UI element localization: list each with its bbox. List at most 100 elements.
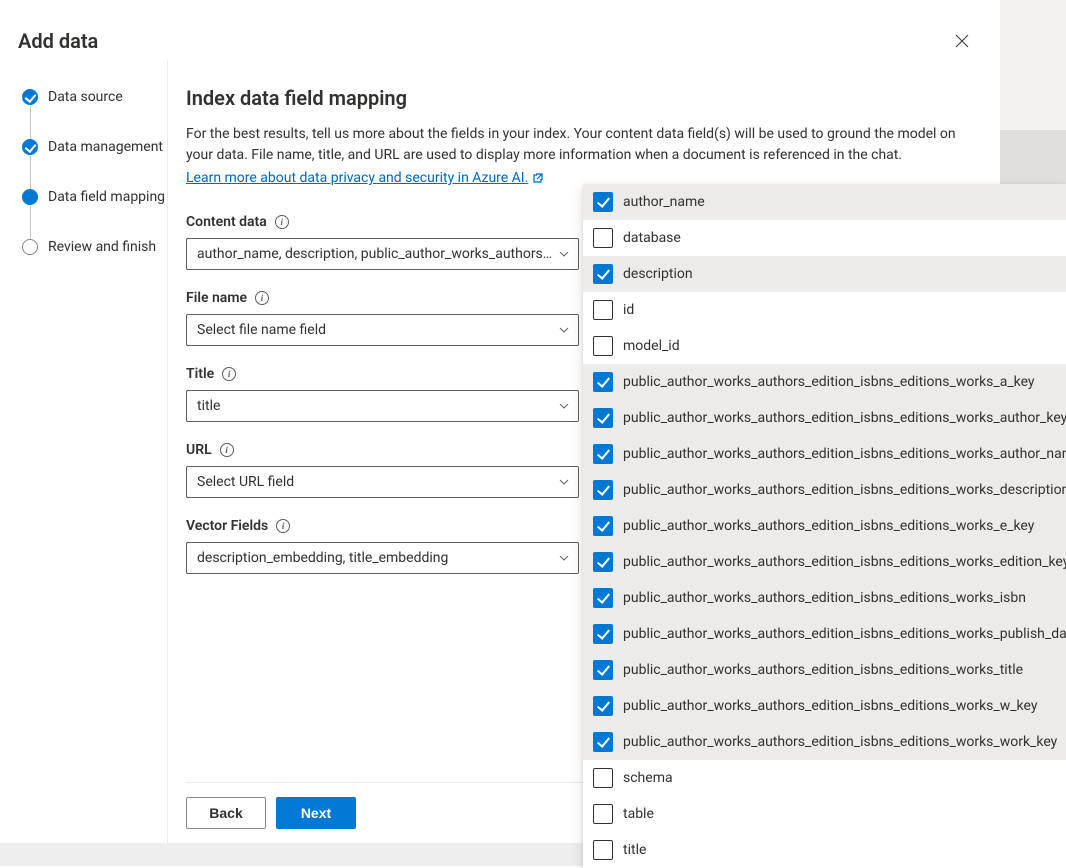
dropdown-option[interactable]: public_author_works_authors_edition_isbn…	[583, 688, 1066, 724]
modal-title: Add data	[18, 29, 98, 53]
field-label: URL	[186, 442, 579, 458]
file-name-select[interactable]: Select file name field	[186, 314, 579, 346]
option-label: public_author_works_authors_edition_isbn…	[623, 590, 1026, 606]
checkbox-icon	[593, 300, 613, 320]
dropdown-option[interactable]: public_author_works_authors_edition_isbn…	[583, 616, 1066, 652]
option-label: table	[623, 806, 654, 822]
dropdown-option[interactable]: public_author_works_authors_edition_isbn…	[583, 652, 1066, 688]
select-value: author_name, description, public_author_…	[197, 246, 558, 262]
checkbox-icon	[593, 732, 613, 752]
checkbox-icon	[593, 444, 613, 464]
label-text: Content data	[186, 214, 267, 230]
step-data-field-mapping[interactable]: Data field mapping	[22, 188, 167, 238]
dropdown-option[interactable]: id	[583, 292, 1066, 328]
option-label: id	[623, 302, 634, 318]
checkbox-icon	[593, 624, 613, 644]
select-value: title	[197, 398, 220, 414]
option-label: public_author_works_authors_edition_isbn…	[623, 410, 1066, 426]
info-icon[interactable]	[220, 443, 234, 457]
option-label: public_author_works_authors_edition_isbn…	[623, 698, 1037, 714]
info-icon[interactable]	[276, 519, 290, 533]
dropdown-option[interactable]: public_author_works_authors_edition_isbn…	[583, 400, 1066, 436]
dropdown-option[interactable]: title	[583, 832, 1066, 868]
dropdown-option[interactable]: author_name	[583, 184, 1066, 220]
step-data-management[interactable]: Data management	[22, 138, 167, 188]
active-step-icon	[22, 189, 38, 205]
chevron-down-icon	[558, 248, 570, 260]
label-text: Title	[186, 366, 214, 382]
close-icon	[955, 34, 969, 48]
link-text: Learn more about data privacy and securi…	[186, 170, 528, 186]
info-icon[interactable]	[275, 215, 289, 229]
page-description: For the best results, tell us more about…	[186, 124, 978, 166]
option-label: public_author_works_authors_edition_isbn…	[623, 626, 1066, 642]
checkbox-icon	[593, 228, 613, 248]
url-select[interactable]: Select URL field	[186, 466, 579, 498]
chevron-down-icon	[558, 476, 570, 488]
chevron-down-icon	[558, 324, 570, 336]
field-label: Title	[186, 366, 579, 382]
next-button[interactable]: Next	[276, 797, 356, 829]
wizard-stepper: Data source Data management Data field m…	[0, 60, 168, 843]
chevron-down-icon	[558, 400, 570, 412]
external-link-icon	[532, 172, 544, 184]
step-label: Data source	[48, 89, 123, 105]
select-placeholder: Select URL field	[197, 474, 294, 490]
check-icon	[22, 89, 38, 105]
checkbox-icon	[593, 696, 613, 716]
select-placeholder: Select file name field	[197, 322, 326, 338]
option-label: public_author_works_authors_edition_isbn…	[623, 518, 1034, 534]
option-label: public_author_works_authors_edition_isbn…	[623, 482, 1066, 498]
checkbox-icon	[593, 660, 613, 680]
option-label: model_id	[623, 338, 680, 354]
vector-fields-select[interactable]: description_embedding, title_embedding	[186, 542, 579, 574]
step-data-source[interactable]: Data source	[22, 88, 167, 138]
title-select[interactable]: title	[186, 390, 579, 422]
content-data-dropdown[interactable]: author_name database description id model_id…	[583, 184, 1066, 868]
checkbox-icon	[593, 408, 613, 428]
page-heading: Index data field mapping	[186, 86, 978, 110]
label-text: URL	[186, 442, 212, 458]
checkbox-icon	[593, 480, 613, 500]
content-data-select[interactable]: author_name, description, public_author_…	[186, 238, 579, 270]
checkbox-icon	[593, 768, 613, 788]
pending-step-icon	[22, 239, 38, 255]
field-label: Vector Fields	[186, 518, 579, 534]
select-value: description_embedding, title_embedding	[197, 550, 448, 566]
field-url: URL Select URL field	[186, 442, 579, 498]
dropdown-option[interactable]: public_author_works_authors_edition_isbn…	[583, 724, 1066, 760]
checkbox-icon	[593, 264, 613, 284]
checkbox-icon	[593, 840, 613, 860]
step-label: Data field mapping	[48, 189, 165, 205]
field-title: Title title	[186, 366, 579, 422]
dropdown-option[interactable]: schema	[583, 760, 1066, 796]
dropdown-option[interactable]: database	[583, 220, 1066, 256]
dropdown-option[interactable]: public_author_works_authors_edition_isbn…	[583, 580, 1066, 616]
field-vector-fields: Vector Fields description_embedding, tit…	[186, 518, 579, 574]
dropdown-option[interactable]: description	[583, 256, 1066, 292]
info-icon[interactable]	[255, 291, 269, 305]
info-icon[interactable]	[222, 367, 236, 381]
dropdown-option[interactable]: public_author_works_authors_edition_isbn…	[583, 436, 1066, 472]
chevron-down-icon	[558, 552, 570, 564]
checkbox-icon	[593, 516, 613, 536]
option-label: author_name	[623, 194, 705, 210]
option-label: public_author_works_authors_edition_isbn…	[623, 662, 1023, 678]
option-label: database	[623, 230, 681, 246]
field-file-name: File name Select file name field	[186, 290, 579, 346]
checkbox-icon	[593, 336, 613, 356]
dropdown-option[interactable]: public_author_works_authors_edition_isbn…	[583, 472, 1066, 508]
dropdown-option[interactable]: table	[583, 796, 1066, 832]
dropdown-option[interactable]: public_author_works_authors_edition_isbn…	[583, 544, 1066, 580]
step-review-and-finish[interactable]: Review and finish	[22, 238, 167, 288]
dropdown-option[interactable]: public_author_works_authors_edition_isbn…	[583, 364, 1066, 400]
back-button[interactable]: Back	[186, 797, 266, 829]
field-label: Content data	[186, 214, 579, 230]
close-button[interactable]	[946, 25, 978, 57]
option-label: public_author_works_authors_edition_isbn…	[623, 734, 1057, 750]
option-label: public_author_works_authors_edition_isbn…	[623, 554, 1066, 570]
dropdown-option[interactable]: model_id	[583, 328, 1066, 364]
label-text: File name	[186, 290, 247, 306]
dropdown-option[interactable]: public_author_works_authors_edition_isbn…	[583, 508, 1066, 544]
label-text: Vector Fields	[186, 518, 268, 534]
